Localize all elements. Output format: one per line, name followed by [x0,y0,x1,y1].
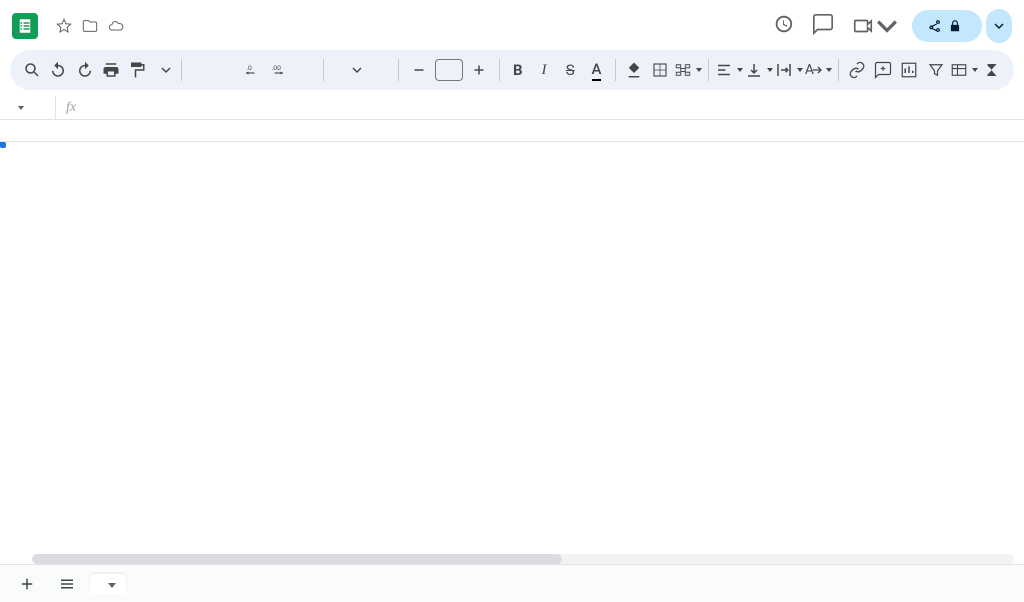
paint-format-icon[interactable] [125,56,149,84]
font-size-input[interactable] [435,59,463,81]
merge-cells-button[interactable] [674,56,702,84]
sheet-tab-bar [0,564,1024,602]
percent-button[interactable] [214,56,238,84]
star-icon[interactable] [56,18,72,34]
filter-icon[interactable] [924,56,948,84]
insert-link-icon[interactable] [845,56,869,84]
spreadsheet-grid[interactable] [0,120,1024,564]
table-view-icon[interactable] [950,56,978,84]
formula-bar: fx [0,96,1024,120]
svg-text:.00: .00 [271,64,281,72]
move-icon[interactable] [82,18,98,34]
font-family-select[interactable] [330,65,392,75]
meet-icon[interactable] [852,15,898,37]
decrease-fontsize-icon[interactable] [405,56,433,84]
currency-button[interactable] [188,56,212,84]
increase-decimal-button[interactable]: .00 [267,56,291,84]
increase-fontsize-icon[interactable] [465,56,493,84]
chevron-down-icon[interactable] [108,583,116,588]
font-size-control [405,56,493,84]
svg-text:.0: .0 [246,64,252,72]
horizontal-scrollbar[interactable] [32,554,1014,564]
redo-icon[interactable] [73,56,97,84]
borders-button[interactable] [648,56,672,84]
chevron-down-icon [18,106,24,110]
decrease-decimal-button[interactable]: .0 [241,56,265,84]
print-icon[interactable] [99,56,123,84]
number-format-button[interactable] [293,56,317,84]
sheet-tab[interactable] [90,574,126,594]
fx-icon: fx [56,100,86,116]
strikethrough-button[interactable]: S [558,56,582,84]
search-menus-icon[interactable] [20,56,44,84]
title-bar [0,0,1024,44]
functions-icon[interactable] [980,56,1004,84]
insert-comment-icon[interactable] [871,56,895,84]
text-wrap-button[interactable] [775,56,803,84]
text-color-button[interactable]: A [584,56,608,84]
scrollbar-thumb[interactable] [32,554,562,564]
share-dropdown[interactable] [986,9,1012,43]
insert-chart-icon[interactable] [897,56,921,84]
italic-button[interactable]: I [532,56,556,84]
text-rotation-button[interactable]: A [805,56,832,84]
header-right-icons [772,13,898,39]
zoom-select[interactable] [151,65,175,75]
cloud-icon[interactable] [108,18,124,34]
title-icons [56,18,124,34]
bold-button[interactable]: B [506,56,530,84]
fill-color-button[interactable] [621,56,645,84]
horizontal-align-button[interactable] [715,56,743,84]
toolbar: .0 .00 B I S A A [10,50,1014,90]
add-sheet-icon[interactable] [10,569,44,599]
sheets-logo[interactable] [12,13,38,39]
all-sheets-icon[interactable] [50,569,84,599]
undo-icon[interactable] [46,56,70,84]
name-box[interactable] [0,96,56,119]
share-button[interactable] [912,10,982,42]
history-icon[interactable] [772,13,794,39]
comment-icon[interactable] [812,13,834,39]
vertical-align-button[interactable] [745,56,773,84]
